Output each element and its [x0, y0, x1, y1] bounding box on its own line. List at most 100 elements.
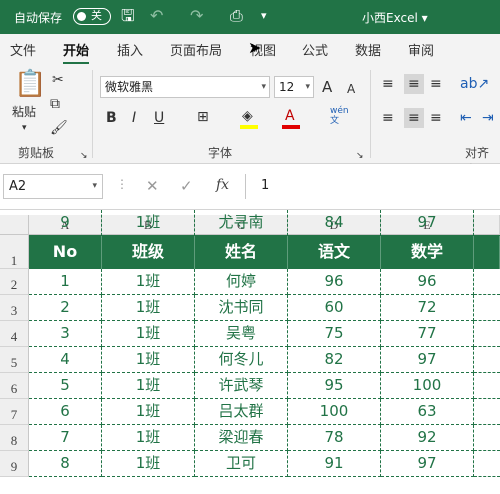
font-size-select[interactable]: 12 ▾ [274, 76, 314, 98]
align-top-icon[interactable]: ≡ [382, 76, 394, 92]
autosave-toggle[interactable]: 关 [73, 8, 111, 25]
table-cell[interactable]: 82 [288, 347, 381, 373]
redo-icon[interactable]: ↷ [190, 7, 203, 25]
font-color-icon[interactable]: A [285, 108, 295, 124]
row-header[interactable]: 6 [0, 373, 29, 399]
tab-file[interactable]: 文件 [10, 40, 36, 59]
header-cell[interactable]: 姓名 [195, 235, 288, 269]
table-cell[interactable]: 吴粤 [195, 321, 288, 347]
app-title[interactable]: 小西Excel ▾ [362, 9, 428, 26]
header-cell[interactable]: 数学 [381, 235, 474, 269]
tab-page-layout[interactable]: 页面布局 [170, 40, 222, 59]
paste-icon[interactable]: 📋 [14, 70, 46, 98]
table-cell[interactable]: 8 [29, 451, 102, 477]
table-cell[interactable]: 63 [381, 399, 474, 425]
table-cell[interactable]: 72 [381, 295, 474, 321]
table-cell[interactable]: 97 [381, 451, 474, 477]
row-header[interactable]: 2 [0, 269, 29, 295]
table-cell[interactable]: 何冬儿 [195, 347, 288, 373]
table-cell[interactable] [474, 347, 500, 373]
table-cell[interactable]: 1 [29, 269, 102, 295]
table-cell[interactable]: 97 [381, 210, 474, 236]
grow-font-button[interactable]: A [322, 79, 332, 95]
font-launcher-icon[interactable]: ↘ [356, 148, 364, 164]
row-header[interactable]: 5 [0, 347, 29, 373]
table-cell[interactable]: 6 [29, 399, 102, 425]
tab-home[interactable]: 开始 [63, 40, 90, 65]
header-cell[interactable]: 语文 [288, 235, 381, 269]
underline-button[interactable]: U [154, 110, 164, 126]
table-cell[interactable]: 97 [381, 347, 474, 373]
phonetic-guide-icon[interactable]: wén 文 [330, 106, 349, 126]
format-painter-icon[interactable]: 🖌 [50, 120, 68, 136]
table-cell[interactable]: 96 [381, 269, 474, 295]
table-cell[interactable]: 1班 [102, 373, 195, 399]
table-cell[interactable]: 95 [288, 373, 381, 399]
table-cell[interactable]: 1班 [102, 399, 195, 425]
customize-toolbar-icon[interactable]: ▾ [261, 7, 267, 25]
header-cell[interactable]: 班级 [102, 235, 195, 269]
formula-input[interactable]: 1 [245, 174, 500, 199]
save-icon[interactable]: 🖫 [121, 7, 135, 25]
table-cell[interactable]: 1班 [102, 295, 195, 321]
borders-icon[interactable]: ⊞ [197, 109, 209, 125]
table-cell[interactable]: 吕太群 [195, 399, 288, 425]
table-cell[interactable]: 1班 [102, 210, 195, 236]
table-cell[interactable]: 4 [29, 347, 102, 373]
tab-insert[interactable]: 插入 [117, 40, 143, 59]
orientation-icon[interactable]: ab↗ [460, 76, 489, 92]
table-cell[interactable]: 卫可 [195, 451, 288, 477]
cancel-icon[interactable]: ✕ [146, 177, 159, 195]
table-cell[interactable]: 何婷 [195, 269, 288, 295]
align-left-icon[interactable]: ≡ [382, 110, 394, 126]
paste-button[interactable]: 粘贴 [12, 104, 36, 120]
table-cell[interactable]: 梁迎春 [195, 425, 288, 451]
table-cell[interactable]: 7 [29, 425, 102, 451]
table-cell[interactable]: 60 [288, 295, 381, 321]
table-cell[interactable]: 78 [288, 425, 381, 451]
row-header[interactable]: 8 [0, 425, 29, 451]
decrease-indent-icon[interactable]: ⇤ [460, 110, 472, 126]
row-header[interactable]: 9 [0, 451, 29, 477]
row-header[interactable]: 3 [0, 295, 29, 321]
table-cell[interactable] [474, 451, 500, 477]
copy-icon[interactable]: ⧉ [50, 96, 60, 112]
name-box[interactable]: A2 ▾ [3, 174, 103, 199]
table-cell[interactable]: 1班 [102, 425, 195, 451]
table-cell[interactable]: 5 [29, 373, 102, 399]
align-right-icon[interactable]: ≡ [430, 110, 442, 126]
table-cell[interactable]: 92 [381, 425, 474, 451]
insert-function-icon[interactable]: fx [216, 177, 229, 193]
table-cell[interactable] [474, 295, 500, 321]
table-cell[interactable]: 沈书同 [195, 295, 288, 321]
table-cell[interactable] [474, 399, 500, 425]
italic-button[interactable]: I [132, 110, 136, 126]
table-cell[interactable]: 77 [381, 321, 474, 347]
table-cell[interactable]: 9 [29, 210, 102, 236]
table-cell[interactable] [474, 425, 500, 451]
align-middle-icon[interactable]: ≡ [404, 74, 424, 94]
cut-icon[interactable]: ✂ [52, 72, 64, 88]
shrink-font-button[interactable]: A [347, 81, 355, 97]
table-cell[interactable] [474, 269, 500, 295]
undo-icon[interactable]: ↶ [150, 7, 163, 25]
row-header[interactable]: 7 [0, 399, 29, 425]
tab-formulas[interactable]: 公式 [302, 40, 328, 59]
table-cell[interactable]: 1班 [102, 451, 195, 477]
table-cell[interactable]: 75 [288, 321, 381, 347]
table-cell[interactable] [474, 210, 500, 236]
table-cell[interactable]: 84 [288, 210, 381, 236]
table-cell[interactable]: 许武琴 [195, 373, 288, 399]
tab-review[interactable]: 审阅 [408, 40, 434, 59]
row-header[interactable]: 4 [0, 321, 29, 347]
table-cell[interactable]: 96 [288, 269, 381, 295]
table-cell[interactable]: 1班 [102, 269, 195, 295]
clipboard-launcher-icon[interactable]: ↘ [80, 148, 88, 164]
header-cell[interactable]: No [29, 235, 102, 269]
table-cell[interactable]: 100 [288, 399, 381, 425]
table-cell[interactable]: 1班 [102, 321, 195, 347]
enter-icon[interactable]: ✓ [180, 177, 193, 195]
align-center-icon[interactable]: ≡ [404, 108, 424, 128]
table-cell[interactable] [474, 321, 500, 347]
header-cell[interactable] [474, 235, 500, 269]
